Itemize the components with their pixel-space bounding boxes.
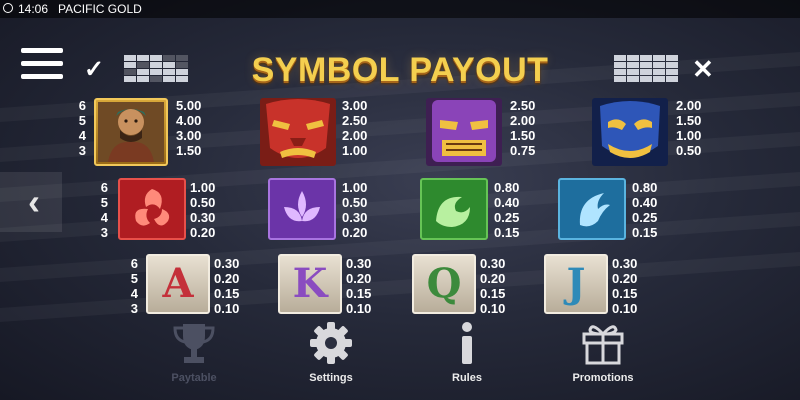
nav-promotions[interactable]: Promotions bbox=[548, 320, 658, 384]
letter-k-symbol: K bbox=[278, 254, 342, 314]
close-icon[interactable]: ✕ bbox=[692, 56, 714, 82]
blue-hook-symbol bbox=[558, 178, 626, 240]
checkmark-icon[interactable]: ✓ bbox=[84, 58, 104, 82]
page-title: SYMBOL PAYOUT bbox=[251, 51, 549, 89]
previous-page-button[interactable]: ‹ bbox=[0, 172, 62, 232]
letter-q-symbol: Q bbox=[412, 254, 476, 314]
nav-paytable-label: Paytable bbox=[171, 372, 217, 384]
green-wave-symbol bbox=[420, 178, 488, 240]
payout-column: 5.00 4.00 3.00 1.50 bbox=[176, 98, 202, 158]
letter-a: A bbox=[162, 260, 194, 307]
top-status-bar: 14:06 PACIFIC GOLD bbox=[0, 0, 800, 18]
trophy-icon bbox=[173, 324, 215, 363]
payout-column: 3.00 2.50 2.00 1.00 bbox=[342, 98, 368, 158]
warrior-icon bbox=[98, 102, 164, 162]
hamburger-line bbox=[21, 48, 63, 53]
warrior-symbol bbox=[94, 98, 168, 166]
hamburger-line bbox=[21, 74, 63, 79]
flower-icon bbox=[284, 191, 320, 222]
purple-mask-symbol bbox=[426, 98, 502, 166]
letter-j: J bbox=[566, 260, 586, 307]
payout-column: 2.00 1.50 1.00 0.50 bbox=[676, 98, 702, 158]
payout-column: 0.30 0.20 0.15 0.10 bbox=[214, 256, 240, 316]
nav-settings[interactable]: Settings bbox=[276, 320, 386, 384]
payout-column: 0.80 0.40 0.25 0.15 bbox=[494, 180, 520, 240]
red-mask-symbol bbox=[260, 98, 336, 166]
purple-flower-symbol bbox=[268, 178, 336, 240]
letter-k: K bbox=[292, 260, 328, 307]
count-column: 65 43 bbox=[100, 180, 108, 240]
clock-icon bbox=[3, 3, 13, 13]
count-column: 65 43 bbox=[78, 98, 86, 158]
nav-rules-label: Rules bbox=[452, 372, 482, 384]
info-icon bbox=[462, 322, 472, 364]
payout-column: 0.30 0.20 0.15 0.10 bbox=[346, 256, 372, 316]
gift-icon bbox=[582, 325, 624, 365]
payout-column: 0.30 0.20 0.15 0.10 bbox=[480, 256, 506, 316]
nav-rules[interactable]: Rules bbox=[412, 320, 522, 384]
payout-column: 0.80 0.40 0.25 0.15 bbox=[632, 180, 658, 240]
menu-button[interactable] bbox=[21, 48, 63, 80]
wave-icon bbox=[436, 196, 470, 227]
payout-column: 2.50 2.00 1.50 0.75 bbox=[510, 98, 536, 158]
hamburger-line bbox=[21, 61, 63, 66]
clock-time: 14:06 bbox=[18, 2, 49, 16]
triskele-icon bbox=[135, 189, 170, 226]
purple-mask-icon bbox=[432, 100, 496, 162]
red-triskele-symbol bbox=[118, 178, 186, 240]
gear-icon bbox=[310, 322, 352, 364]
count-column: 65 43 bbox=[130, 256, 138, 316]
red-mask-icon bbox=[266, 99, 330, 158]
nav-settings-label: Settings bbox=[309, 372, 353, 384]
payout-column: 1.00 0.50 0.30 0.20 bbox=[342, 180, 368, 240]
letter-a-symbol: A bbox=[146, 254, 210, 314]
paylines-grid-icon[interactable] bbox=[124, 55, 188, 82]
payout-column: 0.30 0.20 0.15 0.10 bbox=[612, 256, 638, 316]
nav-promotions-label: Promotions bbox=[572, 372, 634, 384]
letter-q: Q bbox=[426, 260, 462, 307]
letter-j-symbol: J bbox=[544, 254, 608, 314]
nav-paytable[interactable]: Paytable bbox=[139, 320, 249, 384]
payout-column: 1.00 0.50 0.30 0.20 bbox=[190, 180, 216, 240]
game-name: PACIFIC GOLD bbox=[58, 2, 142, 16]
blue-mask-icon bbox=[600, 101, 660, 158]
blue-mask-symbol bbox=[592, 98, 668, 166]
paylines-grid-icon[interactable] bbox=[614, 55, 678, 82]
hook-icon bbox=[579, 193, 610, 227]
chevron-left-icon: ‹ bbox=[28, 181, 40, 222]
